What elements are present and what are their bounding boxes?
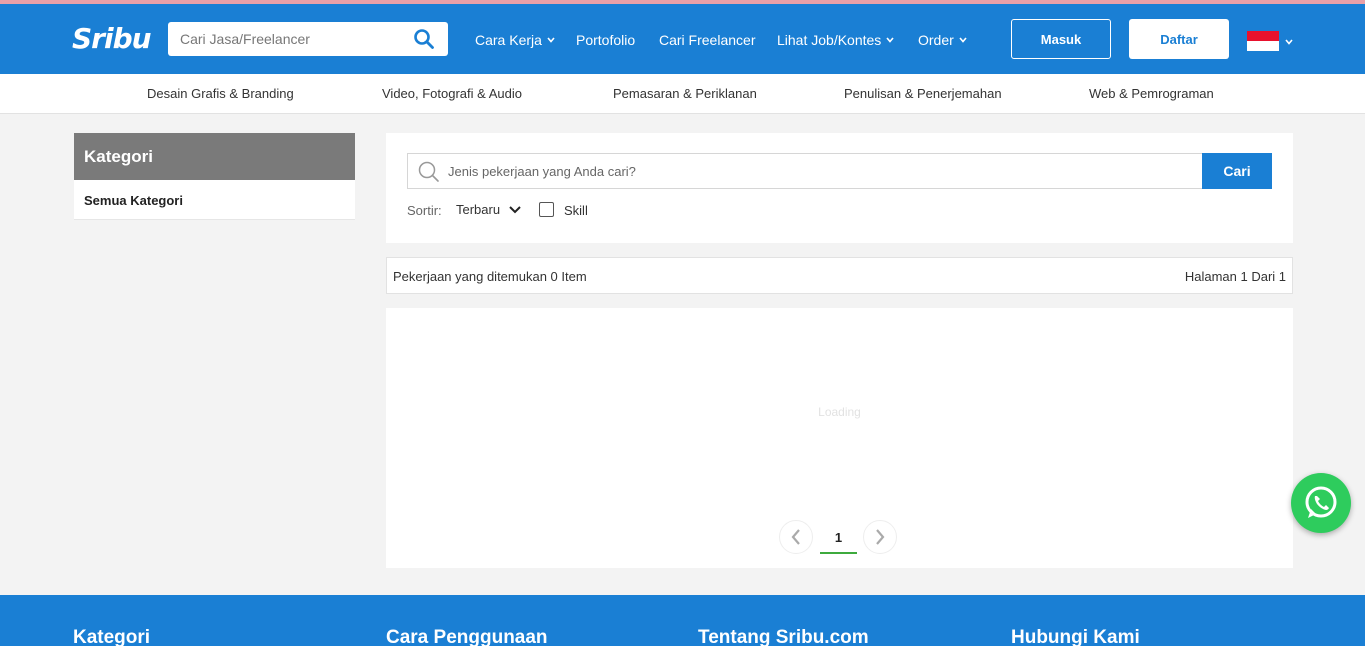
chevron-down-icon	[547, 37, 555, 43]
sidebar-title: Kategori	[74, 133, 355, 180]
top-navbar: Sribu Cara Kerja Portofolio Cari Freelan…	[0, 0, 1365, 74]
nav-cara-kerja[interactable]: Cara Kerja	[475, 32, 556, 48]
category-link[interactable]: Penulisan & Penerjemahan	[844, 86, 1002, 101]
category-link[interactable]: Desain Grafis & Branding	[147, 86, 294, 101]
category-bar: Desain Grafis & Branding Video, Fotograf…	[0, 74, 1365, 114]
results-count: Pekerjaan yang ditemukan 0 Item	[393, 269, 587, 284]
nav-lihat-job[interactable]: Lihat Job/Kontes	[777, 32, 895, 48]
category-link[interactable]: Web & Pemrograman	[1089, 86, 1214, 101]
nav-lihat-job-label: Lihat Job/Kontes	[777, 32, 882, 48]
search-icon[interactable]	[414, 29, 434, 54]
sort-dropdown[interactable]: Terbaru	[456, 202, 522, 217]
sribu-logo[interactable]: Sribu	[72, 22, 152, 55]
job-search-box	[407, 153, 1203, 189]
language-chevron-down-icon[interactable]	[1284, 37, 1294, 47]
whatsapp-icon	[1305, 486, 1337, 518]
footer-heading-tentang: Tentang Sribu.com	[698, 627, 869, 646]
header-search	[168, 22, 448, 56]
register-button[interactable]: Daftar	[1129, 19, 1229, 59]
footer-heading-hubungi: Hubungi Kami	[1011, 627, 1140, 646]
job-search-panel: Cari Sortir: Terbaru Skill	[386, 133, 1293, 243]
skill-checkbox-label[interactable]: Skill	[564, 203, 588, 218]
header-search-input[interactable]	[168, 22, 398, 56]
skill-checkbox[interactable]	[539, 202, 554, 217]
nav-order-label: Order	[918, 32, 954, 48]
sort-label: Sortir:	[407, 203, 442, 218]
category-link[interactable]: Video, Fotografi & Audio	[382, 86, 522, 101]
pagination-page-1[interactable]: 1	[820, 522, 857, 554]
nav-cari-freelancer-label: Cari Freelancer	[659, 32, 756, 48]
search-button[interactable]: Cari	[1202, 153, 1272, 189]
nav-portofolio[interactable]: Portofolio	[576, 32, 635, 48]
footer: Kategori Cara Penggunaan Tentang Sribu.c…	[0, 595, 1365, 646]
nav-portofolio-label: Portofolio	[576, 32, 636, 48]
loading-text: Loading	[818, 405, 861, 419]
job-search-input[interactable]	[448, 154, 1188, 188]
page-indicator: Halaman 1 Dari 1	[1184, 269, 1286, 284]
chevron-right-icon	[876, 529, 885, 545]
pagination-prev-button[interactable]	[779, 520, 813, 554]
login-button[interactable]: Masuk	[1011, 19, 1111, 59]
sidebar-item-semua-kategori[interactable]: Semua Kategori	[74, 180, 355, 220]
chevron-left-icon	[791, 529, 800, 545]
nav-order[interactable]: Order	[918, 32, 968, 48]
nav-cari-freelancer[interactable]: Cari Freelancer	[659, 32, 755, 48]
sort-value: Terbaru	[456, 202, 501, 217]
results-bar: Pekerjaan yang ditemukan 0 Item Halaman …	[386, 257, 1293, 294]
footer-heading-kategori: Kategori	[73, 627, 151, 646]
chevron-down-icon	[886, 37, 894, 43]
indonesia-flag-icon[interactable]	[1247, 31, 1279, 51]
chevron-down-icon	[959, 37, 967, 43]
search-icon	[418, 161, 440, 188]
pagination-next-button[interactable]	[863, 520, 897, 554]
category-link[interactable]: Pemasaran & Periklanan	[613, 86, 757, 101]
nav-cara-kerja-label: Cara Kerja	[475, 32, 542, 48]
whatsapp-chat-button[interactable]	[1291, 473, 1351, 533]
chevron-down-icon	[509, 205, 521, 213]
results-content: Loading 1	[386, 308, 1293, 568]
footer-heading-cara-penggunaan: Cara Penggunaan	[386, 627, 548, 646]
